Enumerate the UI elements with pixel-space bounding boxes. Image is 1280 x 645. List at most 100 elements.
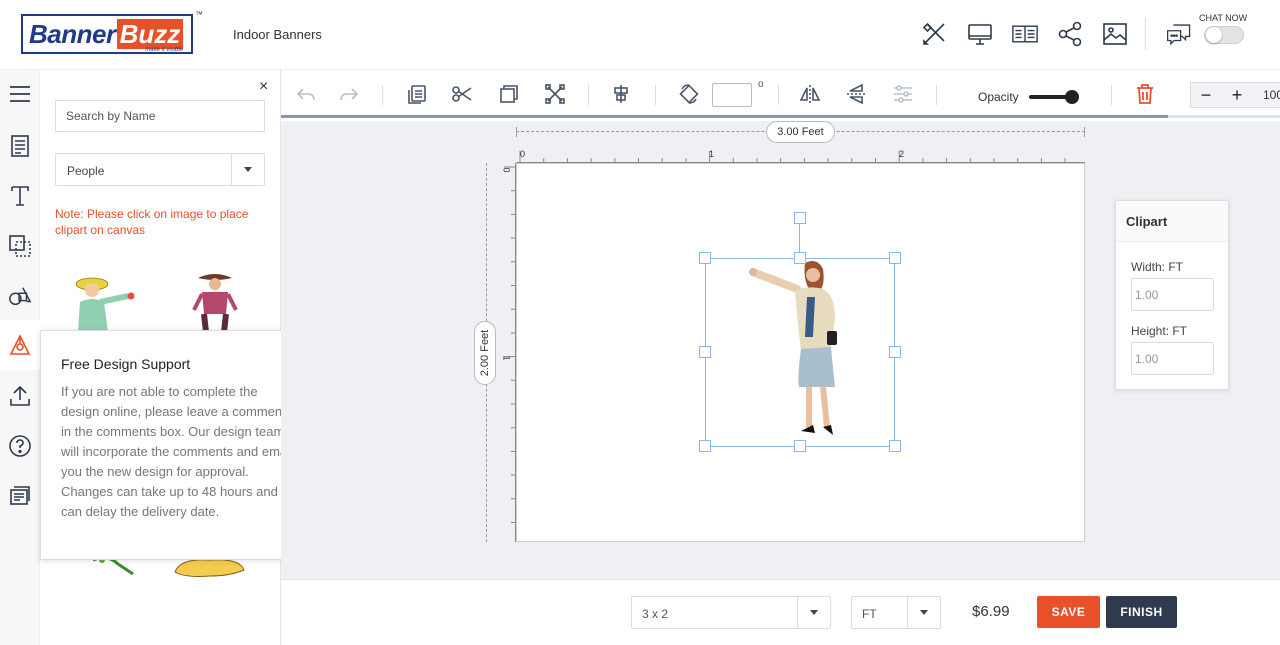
rotation-input[interactable] [712, 83, 752, 107]
book-info-icon[interactable] [1011, 20, 1039, 48]
align-center-icon[interactable] [609, 82, 633, 106]
support-body: If you are not able to complete the desi… [61, 384, 293, 519]
width-dimension-label: 3.00 Feet [766, 121, 835, 143]
category-value: People [67, 164, 105, 178]
chevron-down-icon[interactable] [797, 597, 830, 628]
chat-toggle[interactable] [1204, 26, 1244, 44]
product-name: Indoor Banners [233, 27, 322, 42]
category-select[interactable]: People [55, 153, 265, 186]
flip-vertical-icon[interactable] [844, 82, 868, 106]
opacity-label: Opacity [978, 90, 1019, 104]
resize-handle-sw[interactable] [699, 440, 711, 452]
free-design-support-popup: Free Design Support × If you are not abl… [40, 330, 310, 560]
clipart-search-input[interactable] [55, 100, 265, 132]
image-icon[interactable] [1101, 20, 1129, 48]
degree-symbol: o [758, 79, 764, 90]
clipart-thumb-cowboy[interactable] [190, 270, 240, 332]
help-icon[interactable] [6, 432, 34, 460]
rotate-icon[interactable] [677, 82, 701, 106]
layers-icon[interactable] [6, 232, 34, 260]
ruler-label-2: 2 [899, 149, 905, 159]
ruler-label-v1: 1 [501, 355, 512, 361]
zoom-value: 100 [1263, 88, 1280, 102]
text-icon[interactable] [6, 182, 34, 210]
width-field[interactable] [1131, 278, 1214, 311]
chat-icon[interactable] [1163, 20, 1195, 48]
chevron-down-icon[interactable] [907, 597, 940, 628]
duplicate-icon[interactable] [497, 82, 521, 106]
zoom-out-button[interactable]: − [1191, 83, 1221, 107]
ruler-label-0: 0 [520, 149, 526, 159]
vertical-ruler [504, 163, 516, 542]
adjust-icon[interactable] [891, 82, 915, 106]
zoom-in-button[interactable]: + [1222, 83, 1252, 107]
rotate-handle[interactable] [794, 212, 806, 224]
support-title: Free Design Support [61, 356, 191, 372]
clipart-properties-panel: Clipart Width: FT Height: FT [1115, 200, 1229, 390]
dimension-tick [1084, 127, 1085, 137]
share-icon[interactable] [1056, 20, 1084, 48]
toolbar-separator [655, 85, 656, 105]
opacity-slider-handle[interactable] [1065, 90, 1079, 104]
header: Banner Buzz ™ make it visible Indoor Ban… [0, 0, 1280, 70]
height-label: Height: FT [1131, 324, 1188, 338]
height-field[interactable] [1131, 342, 1214, 375]
clipart-thumb-farmer[interactable] [70, 272, 140, 332]
finish-button[interactable]: FINISH [1106, 596, 1177, 628]
ruler-label-1: 1 [709, 149, 715, 159]
template-icon[interactable] [6, 132, 34, 160]
unit-select[interactable]: FT [851, 596, 941, 629]
toolbar-separator [936, 85, 937, 105]
resize-handle-nw[interactable] [699, 252, 711, 264]
chat-now-label: CHAT NOW [1199, 13, 1248, 23]
comments-icon[interactable] [6, 482, 34, 510]
zoom-control: − + 100 [1190, 82, 1280, 108]
logo-trademark: ™ [195, 10, 203, 19]
trash-icon[interactable] [1133, 82, 1157, 106]
height-dimension-label: 2.00 Feet [474, 321, 496, 385]
resize-handle-n[interactable] [794, 252, 806, 264]
resize-handle-s[interactable] [794, 440, 806, 452]
properties-header: Clipart [1116, 201, 1228, 242]
upload-icon[interactable] [6, 382, 34, 410]
delete-element-icon[interactable] [543, 82, 567, 106]
shapes-icon[interactable] [6, 282, 34, 310]
copy-icon[interactable] [405, 82, 429, 106]
redo-icon[interactable] [337, 82, 361, 106]
panel-close-button[interactable]: × [259, 78, 268, 96]
bottom-bar: 3 x 2 FT $6.99 SAVE FINISH [281, 579, 1280, 645]
save-button[interactable]: SAVE [1037, 596, 1100, 628]
flip-horizontal-icon[interactable] [798, 82, 822, 106]
resize-handle-e[interactable] [889, 346, 901, 358]
properties-title: Clipart [1126, 214, 1168, 229]
height-dimension-text: 2.00 Feet [479, 329, 491, 377]
resize-handle-se[interactable] [889, 440, 901, 452]
unit-value: FT [862, 607, 877, 621]
toolbar-separator [1111, 85, 1112, 105]
resize-handle-ne[interactable] [889, 252, 901, 264]
left-icon-bar [0, 70, 40, 645]
size-value: 3 x 2 [642, 607, 669, 621]
clipart-icon[interactable] [0, 320, 40, 370]
selection-box[interactable] [705, 258, 895, 447]
toolbar-separator [588, 85, 589, 105]
toolbar-separator [778, 85, 779, 105]
horizontal-ruler [516, 151, 1085, 163]
price: $6.99 [972, 603, 1010, 620]
toggle-knob [1206, 27, 1222, 43]
header-divider [1145, 18, 1146, 50]
logo-tagline: make it visible [145, 47, 183, 53]
clipart-note: Note: Please click on image to place cli… [55, 207, 249, 237]
resize-handle-w[interactable] [699, 346, 711, 358]
editor-toolbar: o Opacity − + 100 [281, 70, 1280, 118]
cut-icon[interactable] [450, 82, 474, 106]
design-tools-icon[interactable] [920, 20, 948, 48]
chevron-down-icon[interactable] [231, 154, 264, 185]
menu-icon[interactable] [6, 80, 34, 108]
size-select[interactable]: 3 x 2 [631, 596, 831, 629]
banner-buzz-logo[interactable]: Banner Buzz ™ make it visible [21, 10, 203, 54]
monitor-preview-icon[interactable] [966, 20, 994, 48]
dimension-tick [516, 127, 517, 137]
toolbar-progress-remainder [1168, 115, 1280, 118]
undo-icon[interactable] [294, 82, 318, 106]
